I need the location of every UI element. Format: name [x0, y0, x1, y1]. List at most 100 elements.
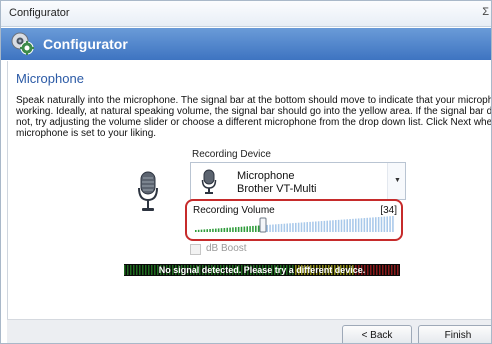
back-button[interactable]: < Back	[342, 325, 412, 343]
volume-tick	[289, 223, 291, 232]
header-title: Configurator	[43, 36, 128, 52]
volume-tick	[337, 219, 340, 232]
volume-tick	[335, 220, 337, 232]
volume-tick	[375, 217, 377, 232]
volume-tick	[309, 221, 311, 232]
volume-tick	[320, 221, 323, 232]
volume-tick	[280, 223, 283, 232]
volume-tick	[329, 220, 331, 232]
signal-status-message: No signal detected. Please try a differe…	[158, 265, 366, 275]
app-header: Configurator	[1, 28, 491, 60]
close-icon[interactable]: Σ	[482, 6, 489, 18]
volume-tick	[389, 216, 391, 232]
volume-slider-thumb[interactable]	[259, 217, 267, 233]
db-boost-checkbox[interactable]: dB Boost	[190, 243, 310, 257]
section-title: Microphone	[16, 71, 84, 86]
volume-tick	[312, 221, 314, 232]
finish-button[interactable]: Finish	[418, 325, 491, 343]
volume-tick	[340, 219, 343, 232]
selected-device-detail: Brother VT-Multi	[237, 183, 317, 195]
instructions-line: Speak naturally into the microphone. The…	[16, 95, 492, 106]
recording-device-label: Recording Device	[192, 149, 271, 160]
volume-tick	[332, 220, 334, 232]
volume-tick	[252, 225, 254, 232]
volume-tick	[377, 217, 380, 232]
microphone-icon	[138, 171, 158, 211]
volume-tick	[315, 221, 317, 232]
main-content: Microphone Speak naturally into the micr…	[7, 61, 492, 319]
volume-tick	[283, 223, 286, 232]
volume-tick	[292, 223, 294, 232]
volume-tick	[349, 219, 351, 232]
volume-tick	[257, 225, 260, 232]
volume-tick	[306, 222, 308, 232]
volume-tick	[275, 224, 277, 232]
volume-tick	[343, 219, 346, 232]
volume-tick	[383, 216, 386, 232]
volume-tick	[197, 229, 200, 232]
microphone-icon	[201, 169, 217, 194]
instructions-line: not, try adjusting the volume slider or …	[16, 117, 492, 128]
volume-tick	[200, 229, 203, 232]
volume-tick	[206, 229, 208, 232]
dropdown-arrow[interactable]: ▼	[387, 163, 405, 199]
volume-tick	[223, 227, 226, 232]
volume-tick	[203, 229, 206, 232]
volume-tick	[212, 228, 214, 232]
volume-tick	[220, 228, 223, 232]
volume-tick	[232, 227, 234, 232]
recording-device-dropdown[interactable]: Microphone Brother VT-Multi ▼	[190, 162, 406, 200]
instructions-line: working. Ideally, at natural speaking vo…	[16, 106, 492, 117]
volume-tick	[243, 226, 246, 232]
webcam-gear-icon	[11, 32, 34, 55]
volume-tick	[209, 228, 211, 232]
title-bar: Configurator Σ	[1, 1, 491, 27]
volume-tick	[317, 221, 320, 232]
volume-tick	[255, 225, 257, 232]
volume-tick	[326, 220, 328, 232]
recording-volume-value: [34]	[380, 205, 397, 216]
volume-tick	[249, 226, 251, 232]
volume-tick	[392, 216, 394, 232]
volume-tick	[235, 227, 237, 232]
volume-tick	[352, 218, 354, 232]
selected-device-name: Microphone	[237, 170, 295, 182]
db-boost-label: dB Boost	[206, 243, 247, 254]
instructions-line: microphone is set to your liking.	[16, 128, 157, 139]
volume-tick	[372, 217, 374, 232]
configurator-window: Configurator Σ Configurator Microphone S…	[0, 0, 492, 344]
volume-tick	[380, 216, 383, 232]
recording-volume-panel: Recording Volume [34]	[185, 199, 403, 241]
volume-tick	[226, 227, 228, 232]
chevron-down-icon: ▼	[394, 177, 401, 184]
volume-tick	[195, 230, 197, 232]
volume-tick	[266, 224, 268, 232]
volume-tick	[357, 218, 360, 232]
recording-volume-slider[interactable]	[193, 216, 397, 234]
volume-tick	[360, 218, 363, 232]
volume-tick	[240, 226, 243, 232]
volume-tick	[297, 222, 300, 232]
volume-tick	[346, 219, 348, 232]
volume-tick	[269, 224, 271, 232]
volume-tick	[300, 222, 303, 232]
window-title: Configurator	[9, 7, 70, 19]
signal-level-bar: No signal detected. Please try a differe…	[124, 264, 400, 276]
volume-tick	[229, 227, 231, 232]
recording-volume-label: Recording Volume	[193, 205, 275, 216]
volume-tick	[369, 217, 371, 232]
db-boost-box[interactable]	[190, 244, 201, 255]
volume-tick	[277, 224, 280, 232]
volume-tick	[286, 223, 288, 232]
volume-tick	[215, 228, 217, 232]
volume-tick	[366, 217, 368, 232]
instructions-text: Speak naturally into the microphone. The…	[16, 95, 492, 139]
wizard-footer: < Back Finish	[7, 319, 491, 343]
volume-tick	[217, 228, 220, 232]
volume-tick	[272, 224, 274, 232]
volume-tick	[386, 216, 388, 232]
volume-tick	[323, 220, 326, 232]
volume-tick	[295, 222, 297, 232]
volume-tick	[303, 222, 306, 232]
volume-tick	[355, 218, 357, 232]
